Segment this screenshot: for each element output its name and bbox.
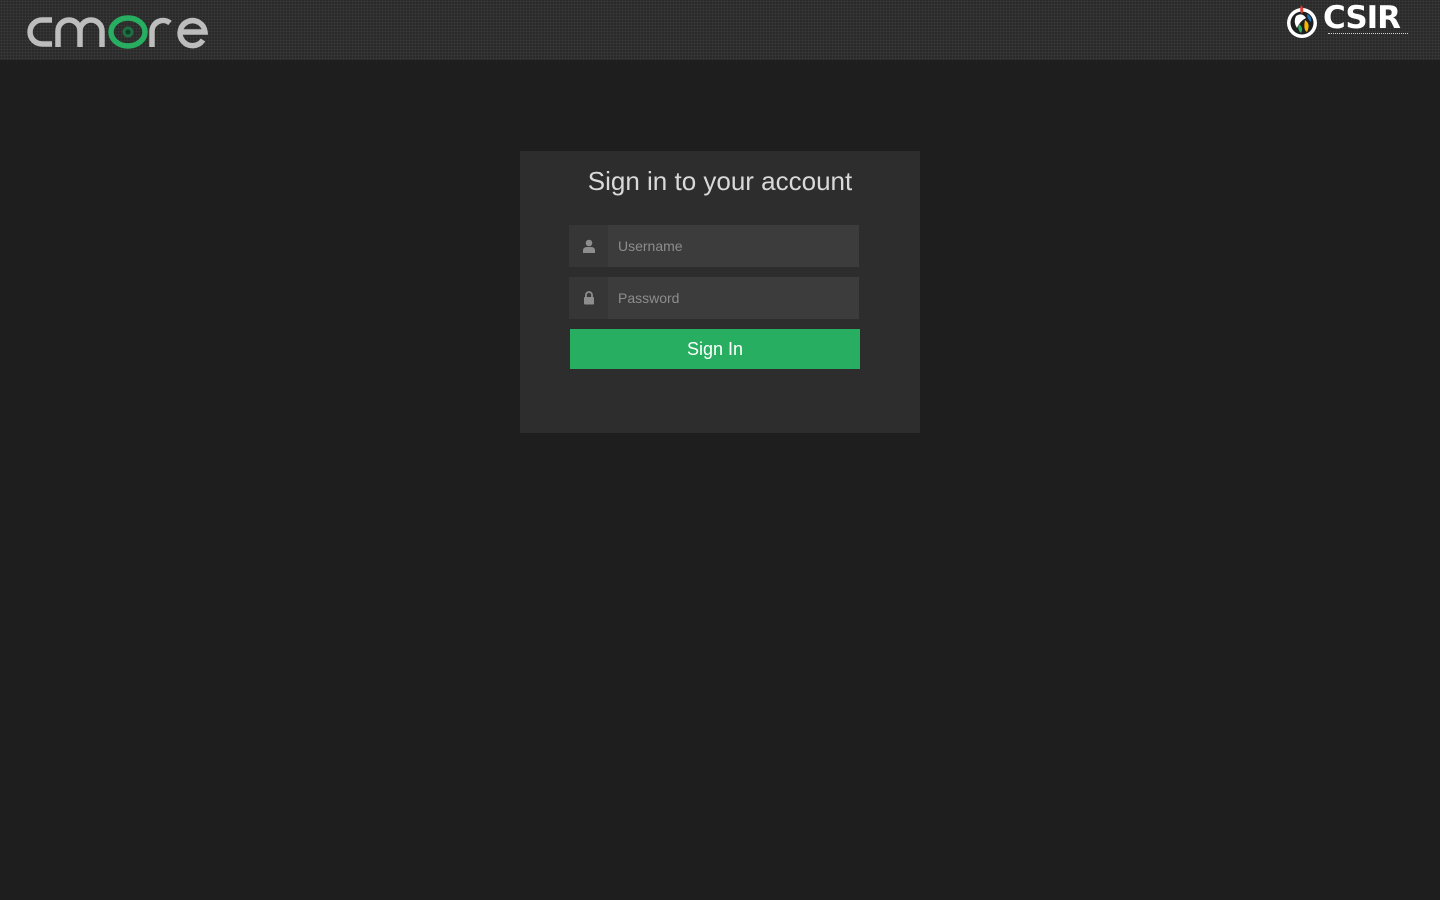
csir-tagline xyxy=(1328,33,1408,37)
password-field xyxy=(569,277,859,319)
lock-icon xyxy=(569,277,608,319)
csir-emblem-icon xyxy=(1287,5,1317,38)
user-icon xyxy=(569,225,608,267)
sign-in-button[interactable]: Sign In xyxy=(570,329,860,369)
csir-logo[interactable]: CSIR xyxy=(1285,0,1410,42)
top-bar: CSIR xyxy=(0,0,1440,60)
username-input[interactable] xyxy=(608,225,859,267)
username-field xyxy=(569,225,859,267)
login-title: Sign in to your account xyxy=(587,166,853,196)
cmore-logo[interactable] xyxy=(25,14,209,50)
csir-logo-text: CSIR xyxy=(1323,0,1401,36)
password-input[interactable] xyxy=(608,277,859,319)
